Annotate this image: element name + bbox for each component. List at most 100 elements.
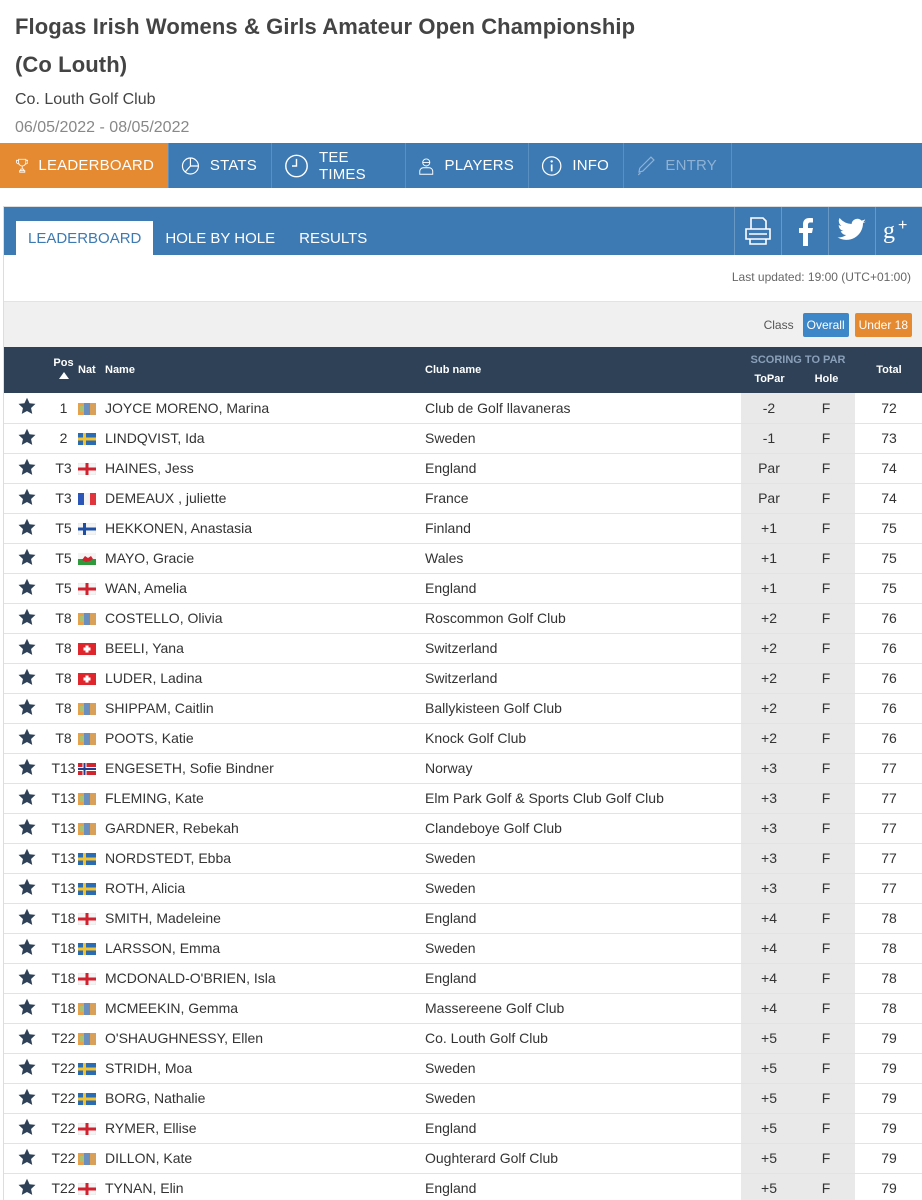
row-player-name[interactable]: FLEMING, Kate — [105, 783, 425, 813]
row-player-name[interactable]: ENGESETH, Sofie Bindner — [105, 753, 425, 783]
favorite-button[interactable] — [4, 513, 49, 543]
table-row[interactable]: T13 ENGESETH, Sofie Bindner Norway +3 F 77 — [4, 753, 922, 783]
row-player-name[interactable]: BORG, Nathalie — [105, 1083, 425, 1113]
row-player-name[interactable]: SMITH, Madeleine — [105, 903, 425, 933]
row-player-name[interactable]: ROTH, Alicia — [105, 873, 425, 903]
favorite-button[interactable] — [4, 483, 49, 513]
table-row[interactable]: T18 SMITH, Madeleine England +4 F 78 — [4, 903, 922, 933]
table-row[interactable]: T8 POOTS, Katie Knock Golf Club +2 F 76 — [4, 723, 922, 753]
row-club: Norway — [425, 760, 473, 776]
table-row[interactable]: 1 JOYCE MORENO, Marina Club de Golf llavan… — [4, 393, 922, 423]
favorite-button[interactable] — [4, 423, 49, 453]
table-row[interactable]: T13 FLEMING, Kate Elm Park Golf & Sports C… — [4, 783, 922, 813]
table-row[interactable]: T18 LARSSON, Emma Sweden +4 F 78 — [4, 933, 922, 963]
favorite-button[interactable] — [4, 633, 49, 663]
favorite-button[interactable] — [4, 1023, 49, 1053]
row-player-name[interactable]: JOYCE MORENO, Marina — [105, 393, 425, 423]
row-player-name[interactable]: RYMER, Ellise — [105, 1113, 425, 1143]
favorite-button[interactable] — [4, 573, 49, 603]
row-player-name[interactable]: LINDQVIST, Ida — [105, 423, 425, 453]
table-row[interactable]: 2 LINDQVIST, Ida Sweden -1 F 73 — [4, 423, 922, 453]
table-row[interactable]: T8 SHIPPAM, Caitlin Ballykisteen Golf Club… — [4, 693, 922, 723]
row-player-name[interactable]: TYNAN, Elin — [105, 1173, 425, 1200]
table-row[interactable]: T13 GARDNER, Rebekah Clandeboye Golf Club +… — [4, 813, 922, 843]
tab-leaderboard[interactable]: LEADERBOARD — [16, 221, 154, 255]
table-row[interactable]: T8 LUDER, Ladina Switzerland +2 F 76 — [4, 663, 922, 693]
table-row[interactable]: T22 STRIDH, Moa Sweden +5 F 79 — [4, 1053, 922, 1083]
row-player-name[interactable]: LUDER, Ladina — [105, 663, 425, 693]
header-pos[interactable]: Pos — [49, 347, 78, 393]
table-row[interactable]: T22 DILLON, Kate Oughterard Golf Club +5 F 79 — [4, 1143, 922, 1173]
favorite-button[interactable] — [4, 843, 49, 873]
table-row[interactable]: T13 ROTH, Alicia Sweden +3 F 77 — [4, 873, 922, 903]
row-player-name[interactable]: LARSSON, Emma — [105, 933, 425, 963]
row-player-name[interactable]: O'SHAUGHNESSY, Ellen — [105, 1023, 425, 1053]
table-row[interactable]: T22 BORG, Nathalie Sweden +5 F 79 — [4, 1083, 922, 1113]
row-player-name[interactable]: HAINES, Jess — [105, 453, 425, 483]
favorite-button[interactable] — [4, 663, 49, 693]
table-row[interactable]: T5 MAYO, Gracie Wales +1 F 75 — [4, 543, 922, 573]
favorite-button[interactable] — [4, 603, 49, 633]
row-topar: +2 — [741, 633, 797, 663]
row-player-name[interactable]: MAYO, Gracie — [105, 543, 425, 573]
favorite-button[interactable] — [4, 723, 49, 753]
row-player-name[interactable]: HEKKONEN, Anastasia — [105, 513, 425, 543]
class-overall-button[interactable]: Overall — [802, 312, 849, 337]
favorite-button[interactable] — [4, 1053, 49, 1083]
table-row[interactable]: T8 COSTELLO, Olivia Roscommon Golf Club +2 F… — [4, 603, 922, 633]
favorite-button[interactable] — [4, 1173, 49, 1200]
favorite-button[interactable] — [4, 993, 49, 1023]
nav-info[interactable]: INFO — [529, 143, 624, 188]
table-row[interactable]: T22 TYNAN, Elin England +5 F 79 — [4, 1173, 922, 1200]
favorite-button[interactable] — [4, 543, 49, 573]
nav-players[interactable]: PLAYERS — [406, 143, 529, 188]
tab-hole-by-hole[interactable]: HOLE BY HOLE — [153, 221, 287, 255]
table-row[interactable]: T8 BEELI, Yana Switzerland +2 F 76 — [4, 633, 922, 663]
table-row[interactable]: T18 MCMEEKIN, Gemma Massereene Golf Club +4… — [4, 993, 922, 1023]
row-player-name[interactable]: MCDONALD-O'BRIEN, Isla — [105, 963, 425, 993]
favorite-button[interactable] — [4, 783, 49, 813]
favorite-button[interactable] — [4, 753, 49, 783]
row-player-name[interactable]: POOTS, Katie — [105, 723, 425, 753]
table-row[interactable]: T3 DEMEAUX , juliette France Par F 74 — [4, 483, 922, 513]
row-player-name[interactable]: SHIPPAM, Caitlin — [105, 693, 425, 723]
print-button[interactable] — [734, 207, 781, 255]
favorite-button[interactable] — [4, 813, 49, 843]
table-row[interactable]: T3 HAINES, Jess England Par F 74 — [4, 453, 922, 483]
row-player-name[interactable]: GARDNER, Rebekah — [105, 813, 425, 843]
favorite-button[interactable] — [4, 453, 49, 483]
favorite-button[interactable] — [4, 693, 49, 723]
favorite-button[interactable] — [4, 873, 49, 903]
nav-stats[interactable]: STATS — [169, 143, 272, 188]
tab-results[interactable]: RESULTS — [287, 221, 379, 255]
row-player-name[interactable]: NORDSTEDT, Ebba — [105, 843, 425, 873]
table-row[interactable]: T22 O'SHAUGHNESSY, Ellen Co. Louth Golf Cl… — [4, 1023, 922, 1053]
table-row[interactable]: T5 HEKKONEN, Anastasia Finland +1 F 75 — [4, 513, 922, 543]
twitter-button[interactable] — [828, 207, 875, 255]
row-player-name[interactable]: DEMEAUX , juliette — [105, 483, 425, 513]
facebook-button[interactable] — [781, 207, 828, 255]
row-player-name[interactable]: COSTELLO, Olivia — [105, 603, 425, 633]
favorite-button[interactable] — [4, 1113, 49, 1143]
class-under18-button[interactable]: Under 18 — [854, 312, 912, 337]
nav-tee-times[interactable]: TEE TIMES — [272, 143, 406, 188]
nav-leaderboard[interactable]: LEADERBOARD — [0, 143, 169, 188]
favorite-button[interactable] — [4, 1083, 49, 1113]
table-row[interactable]: T13 NORDSTEDT, Ebba Sweden +3 F 77 — [4, 843, 922, 873]
flag-england-icon — [78, 1123, 96, 1136]
row-player-name[interactable]: STRIDH, Moa — [105, 1053, 425, 1083]
table-row[interactable]: T5 WAN, Amelia England +1 F 75 — [4, 573, 922, 603]
row-player-name[interactable]: BEELI, Yana — [105, 633, 425, 663]
row-total: 75 — [881, 520, 897, 536]
favorite-button[interactable] — [4, 933, 49, 963]
favorite-button[interactable] — [4, 393, 49, 423]
row-player-name[interactable]: MCMEEKIN, Gemma — [105, 993, 425, 1023]
favorite-button[interactable] — [4, 1143, 49, 1173]
row-player-name[interactable]: WAN, Amelia — [105, 573, 425, 603]
favorite-button[interactable] — [4, 963, 49, 993]
table-row[interactable]: T18 MCDONALD-O'BRIEN, Isla England +4 F 78 — [4, 963, 922, 993]
google-plus-button[interactable]: g + — [875, 207, 922, 255]
table-row[interactable]: T22 RYMER, Ellise England +5 F 79 — [4, 1113, 922, 1143]
favorite-button[interactable] — [4, 903, 49, 933]
row-player-name[interactable]: DILLON, Kate — [105, 1143, 425, 1173]
